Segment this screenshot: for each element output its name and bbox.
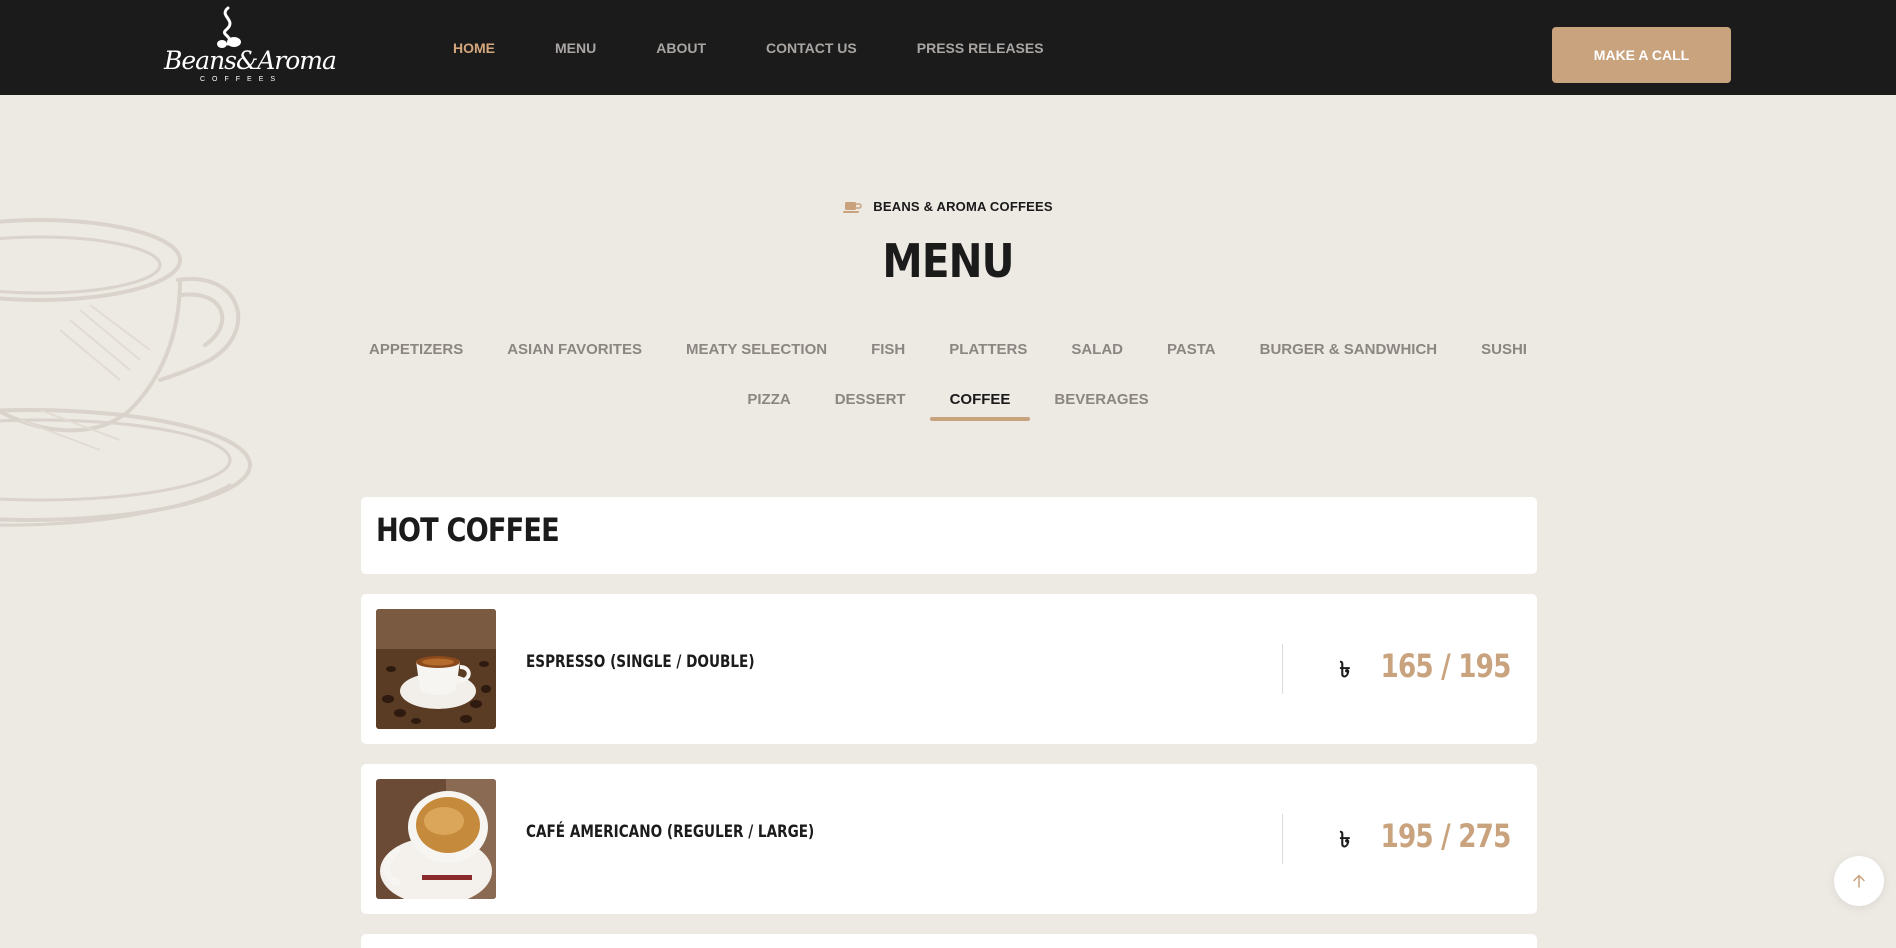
americano-image (376, 779, 496, 899)
eyebrow-text: BEANS & AROMA COFFEES (873, 199, 1053, 214)
nav-about[interactable]: ABOUT (656, 40, 706, 56)
tab-sushi[interactable]: SUSHI (1481, 341, 1527, 358)
arrow-up-icon (1853, 874, 1865, 888)
category-tabs-row-1: APPETIZERS ASIAN FAVORITES MEATY SELECTI… (0, 341, 1896, 358)
tab-coffee[interactable]: COFFEE (929, 391, 1031, 421)
category-tabs-row-2: PIZZA DESSERT COFFEE BEVERAGES (0, 391, 1896, 421)
price-value: 195 / 275 (1380, 817, 1512, 855)
price-value: 165 / 195 (1380, 647, 1512, 685)
main-nav: HOME MENU ABOUT CONTACT US PRESS RELEASE… (453, 0, 1104, 95)
tab-beverages[interactable]: BEVERAGES (1054, 391, 1148, 408)
logo-subtext: COFFEES (200, 76, 283, 83)
tab-salad[interactable]: SALAD (1071, 341, 1123, 358)
nav-home[interactable]: HOME (453, 40, 495, 56)
tab-burger-sandwhich[interactable]: BURGER & SANDWHICH (1260, 341, 1438, 358)
page-title: MENU (882, 234, 1014, 288)
tab-platters[interactable]: PLATTERS (949, 341, 1027, 358)
nav-contact-us[interactable]: CONTACT US (766, 40, 857, 56)
back-to-top-button[interactable] (1834, 856, 1884, 906)
coffee-steam-icon (217, 6, 241, 48)
menu-item[interactable]: CAFÉ AMERICANO (REGULER / LARGE) ৳ 195 /… (361, 764, 1537, 914)
site-header: Beans&Aroma COFFEES HOME MENU ABOUT CONT… (0, 0, 1896, 95)
divider (1282, 644, 1283, 694)
make-a-call-button[interactable]: MAKE A CALL (1552, 27, 1731, 83)
coffee-cup-icon (843, 201, 862, 213)
menu-item-price: ৳ 195 / 275 (1339, 817, 1511, 860)
menu-item[interactable] (361, 934, 1537, 948)
espresso-image (376, 609, 496, 729)
logo-wordmark: Beans&Aroma (164, 46, 337, 75)
tab-pizza[interactable]: PIZZA (747, 391, 790, 408)
menu-item[interactable]: ESPRESSO (SINGLE / DOUBLE) ৳ 165 / 195 (361, 594, 1537, 744)
tab-meaty-selection[interactable]: MEATY SELECTION (686, 341, 827, 358)
nav-menu[interactable]: MENU (555, 40, 596, 56)
tab-pasta[interactable]: PASTA (1167, 341, 1216, 358)
nav-press-releases[interactable]: PRESS RELEASES (917, 40, 1044, 56)
menu-item-name: CAFÉ AMERICANO (REGULER / LARGE) (526, 822, 815, 842)
divider (1282, 814, 1283, 864)
tab-appetizers[interactable]: APPETIZERS (369, 341, 463, 358)
currency-symbol: ৳ (1339, 657, 1351, 682)
tab-fish[interactable]: FISH (871, 341, 905, 358)
currency-symbol: ৳ (1339, 827, 1351, 852)
americano-cup-photo (376, 779, 496, 899)
tab-dessert[interactable]: DESSERT (835, 391, 906, 408)
menu-item-name: ESPRESSO (SINGLE / DOUBLE) (526, 652, 755, 672)
brand-logo[interactable]: Beans&Aroma COFFEES (160, 4, 337, 90)
menu-item-price: ৳ 165 / 195 (1339, 647, 1511, 690)
menu-group-header: HOT COFFEE (361, 497, 1537, 574)
espresso-cup-photo (376, 609, 496, 729)
tab-asian-favorites[interactable]: ASIAN FAVORITES (507, 341, 642, 358)
menu-group-title: HOT COFFEE (376, 511, 560, 549)
section-eyebrow: BEANS & AROMA COFFEES (0, 199, 1896, 214)
